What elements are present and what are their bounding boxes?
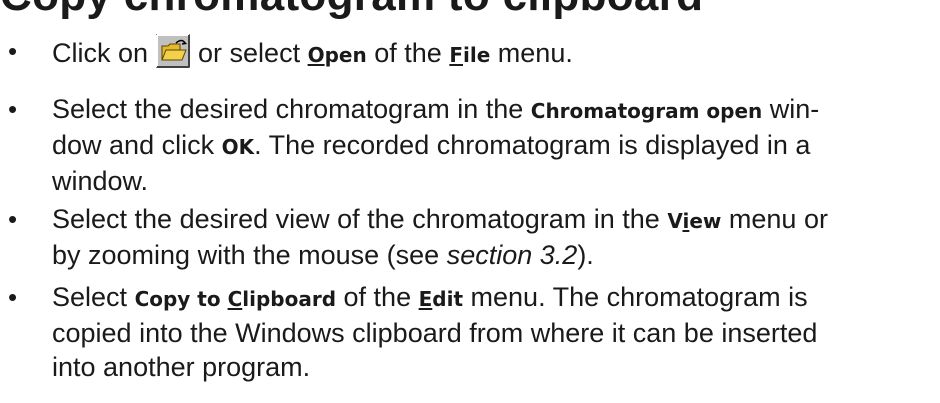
mnemonic: E: [418, 287, 433, 311]
bullet: •: [8, 94, 18, 124]
step-text-segment: of the: [343, 282, 412, 312]
bullet: •: [8, 204, 18, 234]
menu-item-open: Open: [308, 43, 367, 67]
mnemonic: O: [307, 43, 325, 67]
step-text: Select the desired view of the chromatog…: [52, 202, 940, 272]
menu-item-label: ile: [463, 43, 491, 67]
step-text-segment: Select the desired chromatogram in the: [52, 94, 524, 124]
section-heading: Copy chromatogram to clipboard: [0, 0, 703, 18]
step-text-segment: Select the desired view of the chromatog…: [52, 204, 660, 234]
menu-item-label: lipboard: [242, 287, 337, 311]
section-reference: section 3.2: [446, 240, 578, 270]
step-text-segment: . The recorded chromatogram is displayed…: [254, 130, 811, 160]
mnemonic: F: [449, 43, 463, 67]
menu-edit: Edit: [419, 287, 463, 311]
step-text-segment: menu.: [497, 38, 573, 68]
menu-item-label: ew: [689, 209, 722, 233]
menu-view: View: [667, 209, 721, 233]
step-text: Select the desired chromatogram in the C…: [52, 92, 940, 198]
step-text-segment: menu. The chromatogram is: [470, 282, 808, 312]
bullet: •: [8, 36, 18, 66]
step-text-segment: menu or: [728, 204, 828, 234]
step-text-segment: Click on: [52, 38, 149, 68]
menu-item-label: V: [667, 209, 683, 233]
step-text-segment: win-: [769, 94, 820, 124]
mnemonic: C: [227, 287, 243, 311]
open-folder-icon[interactable]: [156, 34, 191, 68]
menu-item-label: dit: [432, 287, 464, 311]
step-text-segment: window.: [52, 166, 149, 196]
step-text-segment: by zooming with the mouse (see: [52, 240, 440, 270]
step-text-segment: or select: [198, 38, 301, 68]
manual-page: Copy chromatogram to clipboard • Click o…: [0, 0, 940, 403]
ok-button-label: OK: [221, 135, 255, 159]
window-name: Chromatogram open: [530, 99, 763, 123]
bullet: •: [8, 282, 18, 312]
step-text-segment: into another program.: [52, 352, 311, 382]
step-text: Click on or select Open of the File menu…: [52, 34, 940, 72]
menu-item-label: Copy to: [134, 287, 228, 311]
step-text-segment: dow and click: [52, 130, 215, 160]
step-text-segment: of the: [374, 38, 442, 68]
step-text: Select Copy to Clipboard of the Edit men…: [52, 280, 940, 384]
menu-file: File: [449, 43, 490, 67]
menu-item-label: pen: [324, 43, 367, 67]
menu-item-copy-to-clipboard: Copy to Clipboard: [135, 287, 336, 311]
step-text-segment: Select: [52, 282, 128, 312]
step-text-segment: copied into the Windows clipboard from w…: [52, 318, 818, 348]
step-text-segment: ).: [577, 240, 594, 270]
